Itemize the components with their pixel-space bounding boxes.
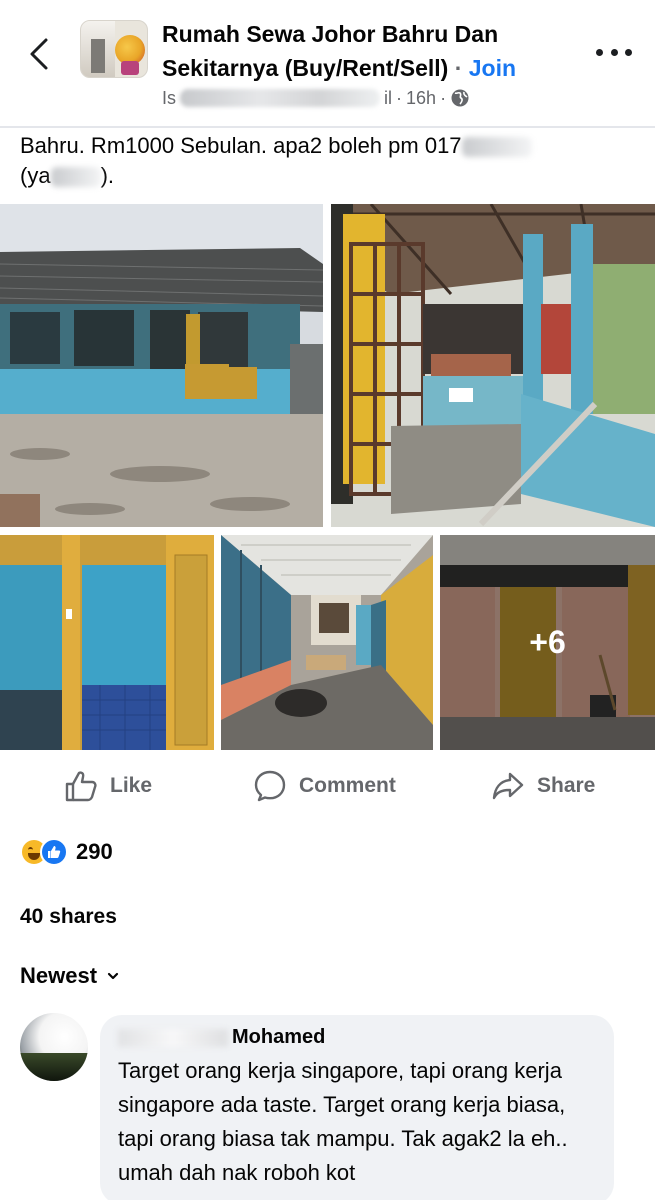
chevron-down-icon (107, 972, 119, 980)
comment-button[interactable]: Comment (253, 768, 396, 804)
post-text: Bahru. Rm1000 Sebulan. apa2 boleh pm 017… (20, 131, 620, 191)
share-arrow-icon (492, 772, 524, 800)
group-name[interactable]: Rumah Sewa Johor Bahru Dan Sekitarnya (B… (162, 21, 498, 81)
chevron-left-icon (30, 38, 48, 70)
more-options-button[interactable] (596, 40, 632, 64)
post-header: Rumah Sewa Johor Bahru Dan Sekitarnya (B… (0, 0, 655, 125)
room-doors-image (0, 535, 214, 750)
author-name-start[interactable]: Is (162, 88, 176, 109)
meta-dot: · (396, 87, 403, 108)
post-text-line2-start: (ya (20, 163, 51, 188)
post-text-line2: (ya). (20, 161, 620, 191)
commenter-avatar[interactable] (20, 1013, 88, 1081)
post-meta: Is il · 16h · (162, 86, 470, 110)
post-photo-room-doors[interactable] (0, 535, 214, 750)
post-photo-hallway[interactable] (221, 535, 433, 750)
join-button[interactable]: Join (469, 55, 516, 81)
post-photo-porch[interactable] (331, 204, 655, 527)
comment-sort-dropdown[interactable]: Newest (20, 963, 119, 989)
commenter-name-redacted (118, 1028, 228, 1047)
share-count[interactable]: 40 shares (20, 905, 117, 929)
avatar-background (20, 1053, 88, 1081)
back-button[interactable] (22, 34, 56, 74)
comment-text: Target orang kerja singapore, tapi orang… (118, 1058, 568, 1185)
more-dot (596, 48, 603, 56)
commenter-name-visible: Mohamed (232, 1026, 326, 1048)
thumbs-up-small-icon (48, 846, 61, 858)
meta-dot-2: · (440, 87, 447, 108)
post-action-bar: Like Comment Share (0, 760, 655, 812)
group-avatar[interactable] (80, 20, 148, 78)
like-reaction-icon (40, 838, 68, 866)
post-text-line1: Bahru. Rm1000 Sebulan. apa2 boleh pm 017 (20, 133, 462, 158)
post-text-line2-end: ). (100, 163, 115, 188)
more-dot (610, 48, 618, 56)
like-label: Like (110, 774, 153, 797)
reaction-count: 290 (76, 839, 113, 864)
post-time[interactable]: 16h (406, 88, 436, 109)
author-name-redacted (180, 89, 381, 107)
like-button[interactable]: Like (64, 768, 152, 804)
comment-label: Comment (299, 774, 396, 797)
header-divider (0, 126, 655, 128)
group-title[interactable]: Rumah Sewa Johor Bahru Dan Sekitarnya (B… (162, 17, 582, 85)
thumbs-up-icon (65, 771, 97, 802)
share-label: Share (537, 774, 596, 797)
redacted-text (50, 167, 101, 188)
hallway-image (221, 535, 433, 750)
post-photo-house-exterior[interactable] (0, 204, 323, 527)
comment-bubble-icon (254, 770, 286, 802)
author-name-end[interactable]: il (384, 88, 392, 109)
sort-label: Newest (20, 963, 98, 988)
more-dot (625, 48, 632, 56)
share-button[interactable]: Share (491, 768, 595, 804)
porch-image (331, 204, 655, 527)
post-photo-pink-room[interactable]: +6 (440, 535, 655, 750)
more-photos-overlay[interactable]: +6 (440, 535, 655, 750)
house-exterior-image (0, 204, 323, 527)
commenter-name[interactable]: Mohamed (118, 1026, 325, 1049)
globe-icon (451, 89, 469, 107)
reactions-summary[interactable]: 290 (20, 836, 113, 868)
redacted-phone (461, 137, 532, 158)
title-separator: · (454, 55, 463, 81)
more-photos-count: +6 (529, 624, 566, 660)
